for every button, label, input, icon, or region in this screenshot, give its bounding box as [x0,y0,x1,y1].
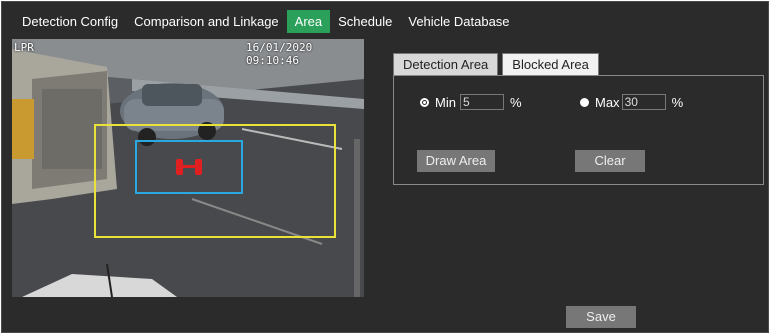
save-button[interactable]: Save [566,306,636,328]
min-radio[interactable] [420,97,429,107]
tab-area[interactable]: Area [286,9,331,33]
min-input[interactable] [459,94,504,110]
camera-scene [12,39,364,297]
max-input[interactable] [621,94,666,110]
channel-label: LPR [14,41,34,54]
area-type-tabs: Detection Area Blocked Area [393,53,603,76]
max-unit: % [671,94,684,110]
max-label: Max [595,94,620,110]
draw-area-button[interactable]: Draw Area [417,150,495,172]
area-settings-panel: Min % Max % Draw Area Clear [393,75,764,185]
clear-button[interactable]: Clear [575,150,645,172]
timestamp-overlay: 16/01/2020 09:10:46 [246,41,313,67]
live-video-preview[interactable]: LPR 16/01/2020 09:10:46 [12,39,364,297]
min-option: Min % [420,94,522,110]
tab-detection-area[interactable]: Detection Area [393,53,499,76]
min-label: Min [435,94,456,110]
max-option: Max % [580,94,683,110]
top-tab-bar: Detection Config Comparison and Linkage … [2,9,768,33]
max-radio[interactable] [580,97,589,107]
tab-comparison-and-linkage[interactable]: Comparison and Linkage [126,10,287,33]
tab-blocked-area[interactable]: Blocked Area [502,53,599,76]
tab-vehicle-database[interactable]: Vehicle Database [400,10,517,33]
min-unit: % [509,94,522,110]
lpr-settings-window: Detection Config Comparison and Linkage … [1,1,769,333]
tab-schedule[interactable]: Schedule [330,10,400,33]
tab-detection-config[interactable]: Detection Config [14,10,126,33]
